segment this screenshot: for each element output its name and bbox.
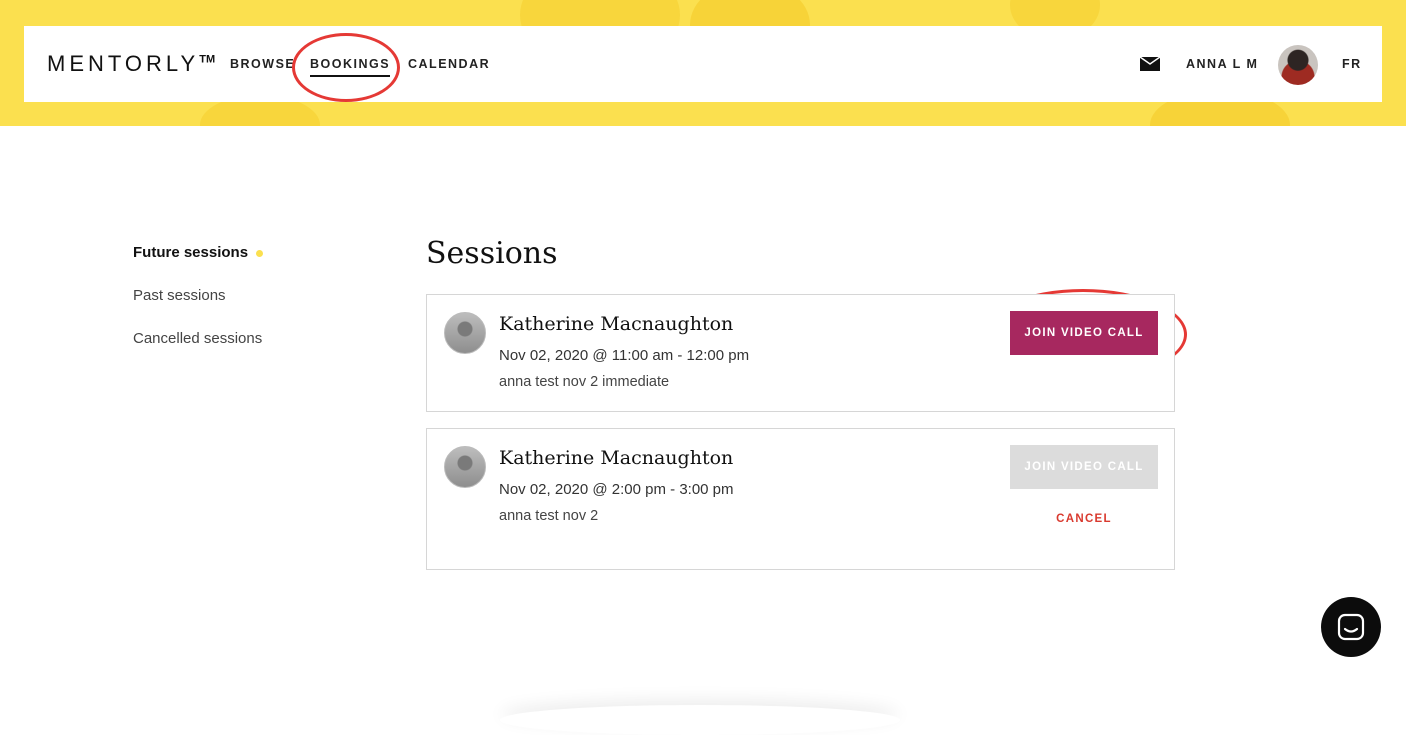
session-description: anna test nov 2 [499,508,599,524]
mentor-avatar [444,446,486,488]
mentor-name[interactable]: Katherine Macnaughton [499,313,733,335]
cancel-button[interactable]: CANCEL [1010,513,1158,525]
session-description: anna test nov 2 immediate [499,374,670,390]
nav-browse[interactable]: BROWSE [230,57,295,71]
logo-text: MENTORLY [47,51,200,76]
footer-shadow [500,705,900,735]
sidebar-item-cancelled-sessions[interactable]: Cancelled sessions [133,330,262,347]
language-toggle[interactable]: FR [1342,57,1362,71]
sidebar-item-past-sessions[interactable]: Past sessions [133,287,226,304]
session-card: Katherine Macnaughton Nov 02, 2020 @ 11:… [426,294,1175,412]
session-datetime: Nov 02, 2020 @ 11:00 am - 12:00 pm [499,347,750,364]
logo-trademark: TM [199,53,216,66]
join-video-call-button-disabled[interactable]: JOIN VIDEO CALL [1010,445,1158,489]
chat-icon [1337,613,1365,641]
top-navbar: MENTORLYTM BROWSE BOOKINGS CALENDAR ANNA… [24,26,1382,102]
sidebar-item-future-sessions[interactable]: Future sessions [133,244,264,261]
nav-calendar[interactable]: CALENDAR [408,57,490,71]
mail-icon[interactable] [1140,57,1160,71]
sidebar-item-label: Future sessions [133,244,249,261]
nav-bookings[interactable]: BOOKINGS [310,57,391,77]
mentor-name[interactable]: Katherine Macnaughton [499,447,733,469]
join-video-call-button[interactable]: JOIN VIDEO CALL [1010,311,1158,355]
session-datetime: Nov 02, 2020 @ 2:00 pm - 3:00 pm [499,481,734,498]
chat-launcher-button[interactable] [1321,597,1381,657]
page-title: Sessions [426,236,558,271]
user-avatar[interactable] [1278,45,1318,85]
mentor-avatar [444,312,486,354]
session-card: Katherine Macnaughton Nov 02, 2020 @ 2:0… [426,428,1175,570]
active-dot [256,249,264,257]
logo[interactable]: MENTORLYTM [47,51,215,77]
user-name[interactable]: ANNA L M [1186,57,1258,71]
